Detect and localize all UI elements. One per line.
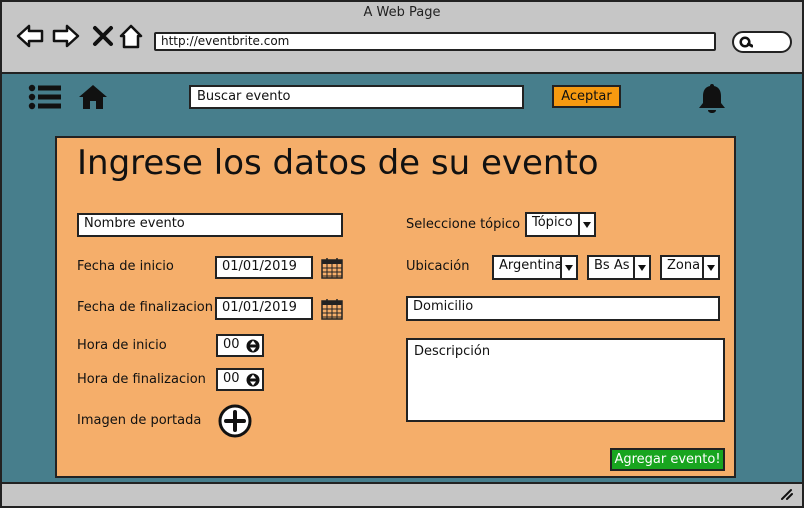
start-time-stepper[interactable]: 00 <box>216 334 264 357</box>
add-image-icon[interactable] <box>218 404 252 438</box>
end-date-label: Fecha de finalizacion <box>77 300 213 315</box>
description-textarea[interactable]: Descripción <box>406 338 725 422</box>
topic-value: Tópico <box>532 215 573 230</box>
home-icon[interactable] <box>78 84 108 110</box>
chevron-down-icon[interactable] <box>633 257 649 278</box>
status-bar <box>2 482 802 506</box>
address-input[interactable]: Domicilio <box>406 296 720 321</box>
start-time-value: 00 <box>223 337 240 352</box>
topic-label: Seleccione tópico <box>406 217 521 232</box>
province-value: Bs As <box>594 258 630 273</box>
country-value: Argentina <box>499 258 563 273</box>
start-date-label: Fecha de inicio <box>77 259 174 274</box>
start-time-label: Hora de inicio <box>77 338 167 353</box>
end-time-stepper[interactable]: 00 <box>216 368 264 391</box>
calendar-icon[interactable] <box>321 298 343 320</box>
close-icon[interactable] <box>89 22 117 50</box>
location-label: Ubicación <box>406 259 470 274</box>
end-date-input[interactable]: 01/01/2019 <box>215 297 313 320</box>
province-select[interactable]: Bs As <box>587 255 651 280</box>
chevron-down-icon[interactable] <box>578 214 594 235</box>
search-icon <box>739 36 753 48</box>
event-name-input[interactable]: Nombre evento <box>77 213 343 237</box>
browser-search-box[interactable] <box>732 31 792 53</box>
window-title: A Web Page <box>363 5 441 20</box>
zone-select[interactable]: Zona <box>660 255 720 280</box>
form-heading: Ingrese los datos de su evento <box>77 143 599 183</box>
url-bar[interactable]: http://eventbrite.com <box>154 32 716 51</box>
stepper-arrows-icon[interactable] <box>246 337 260 355</box>
menu-icon[interactable] <box>28 84 62 110</box>
resize-grip-icon[interactable] <box>780 488 794 500</box>
topic-select[interactable]: Tópico <box>525 212 596 237</box>
forward-arrow-icon[interactable] <box>52 22 80 50</box>
zone-value: Zona <box>667 258 701 273</box>
event-search-input[interactable]: Buscar evento <box>189 85 524 109</box>
end-time-value: 00 <box>223 371 240 386</box>
stepper-arrows-icon[interactable] <box>246 371 260 389</box>
add-event-button[interactable]: Agregar evento! <box>610 448 725 471</box>
chevron-down-icon[interactable] <box>702 257 718 278</box>
start-date-input[interactable]: 01/01/2019 <box>215 256 313 279</box>
chevron-down-icon[interactable] <box>560 257 576 278</box>
back-arrow-icon[interactable] <box>16 22 44 50</box>
accept-button[interactable]: Aceptar <box>552 85 621 108</box>
country-select[interactable]: Argentina <box>492 255 578 280</box>
home-outline-icon[interactable] <box>117 22 145 50</box>
notification-bell-icon[interactable] <box>696 82 728 114</box>
end-time-label: Hora de finalizacion <box>77 372 206 387</box>
cover-image-label: Imagen de portada <box>77 413 202 428</box>
calendar-icon[interactable] <box>321 257 343 279</box>
